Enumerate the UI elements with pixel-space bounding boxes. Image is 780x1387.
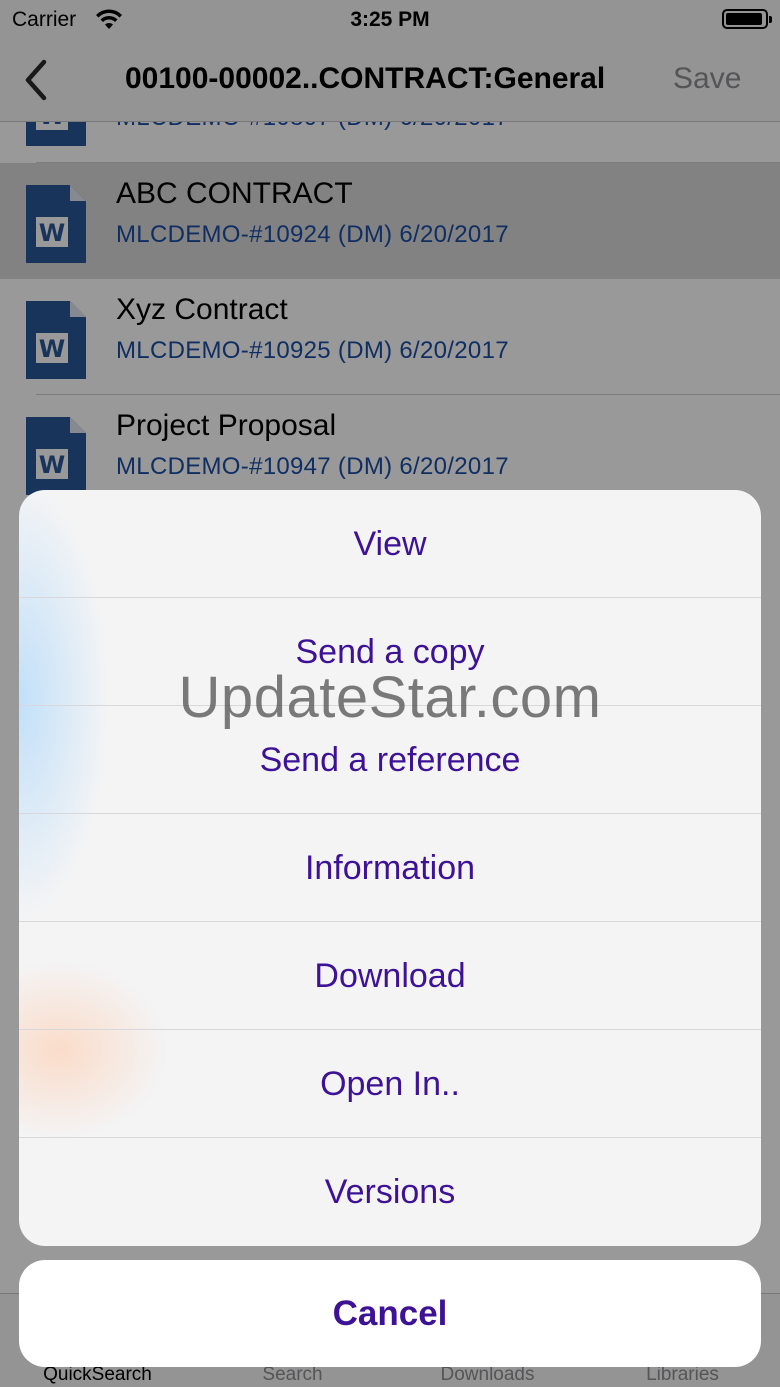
download-action[interactable]: Download	[19, 922, 761, 1030]
view-action[interactable]: View	[19, 490, 761, 598]
open-in-action[interactable]: Open In..	[19, 1030, 761, 1138]
versions-action[interactable]: Versions	[19, 1138, 761, 1246]
action-sheet: View Send a copy Send a reference Inform…	[19, 490, 761, 1246]
send-reference-action[interactable]: Send a reference	[19, 706, 761, 814]
cancel-button[interactable]: Cancel	[19, 1260, 761, 1367]
information-action[interactable]: Information	[19, 814, 761, 922]
send-copy-action[interactable]: Send a copy	[19, 598, 761, 706]
